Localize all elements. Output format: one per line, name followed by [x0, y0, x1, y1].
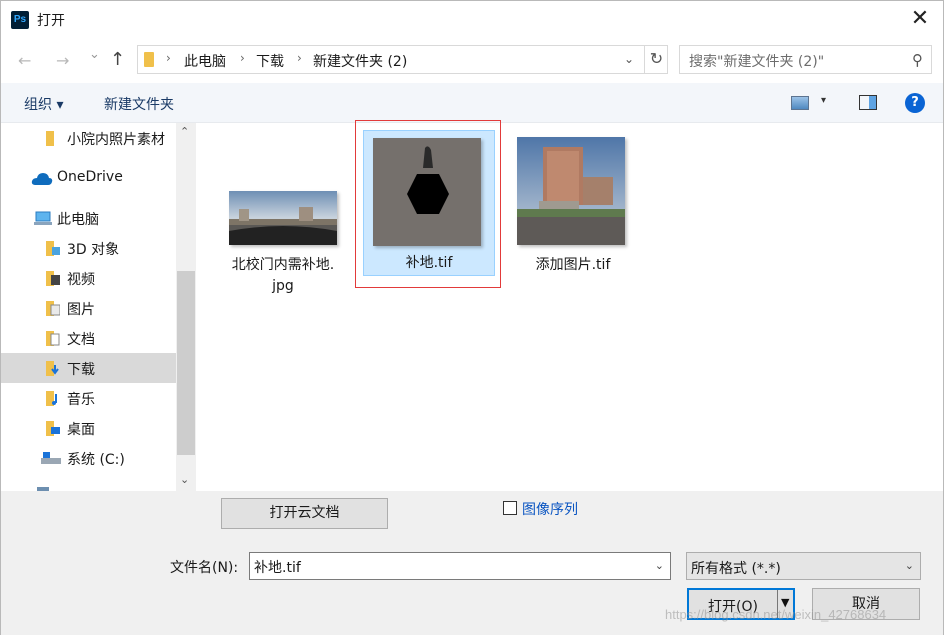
- sidebar-item-documents[interactable]: 文档: [1, 323, 176, 353]
- photoshop-app-icon: Ps: [11, 11, 29, 29]
- file-name-line-1: 北校门内需补地.: [231, 257, 335, 273]
- sidebar-item-music[interactable]: 音乐: [1, 383, 176, 413]
- close-button[interactable]: ✕: [907, 7, 933, 33]
- video-icon: [46, 271, 60, 286]
- open-cloud-document-button[interactable]: 打开云文档: [221, 498, 388, 529]
- file-type-select[interactable]: 所有格式 (*.*) ⌄: [686, 552, 921, 580]
- filename-value: 补地.tif: [254, 560, 301, 576]
- sidebar-item-label: 视频: [67, 272, 95, 288]
- sidebar-item-this-pc[interactable]: 此电脑: [1, 203, 176, 233]
- help-icon[interactable]: ?: [905, 93, 925, 113]
- sidebar-item-downloads[interactable]: 下载: [1, 353, 176, 383]
- breadcrumb-separator-icon[interactable]: ›: [240, 51, 245, 65]
- folder-icon: [144, 52, 154, 67]
- breadcrumb-downloads[interactable]: 下载: [256, 51, 284, 71]
- new-folder-button[interactable]: 新建文件夹: [104, 94, 174, 114]
- change-view-icon[interactable]: [791, 96, 809, 110]
- file-name-line-2: jpg: [272, 278, 294, 294]
- address-dropdown-chevron-icon[interactable]: ⌄: [624, 52, 634, 66]
- filename-history-chevron-icon[interactable]: ⌄: [655, 559, 664, 572]
- sidebar-scrollbar[interactable]: ⌃ ⌄: [176, 123, 196, 491]
- scroll-up-icon[interactable]: ⌃: [180, 125, 189, 138]
- view-options-chevron-down-icon[interactable]: ▾: [821, 95, 826, 106]
- sidebar-item-label: 系统 (C:): [67, 452, 125, 468]
- drive-icon: [41, 452, 61, 464]
- pictures-icon: [46, 301, 60, 316]
- back-arrow-icon[interactable]: ←: [18, 51, 31, 70]
- scroll-thumb[interactable]: [177, 271, 195, 455]
- sidebar-item-3d-objects[interactable]: 3D 对象: [1, 233, 176, 263]
- image-sequence-label[interactable]: 图像序列: [522, 499, 578, 519]
- breadcrumb-separator-icon[interactable]: ›: [297, 51, 302, 65]
- file-name: 北校门内需补地. jpg: [213, 255, 353, 297]
- recent-locations-chevron-down-icon[interactable]: ⌄: [89, 47, 100, 62]
- search-input[interactable]: 搜索"新建文件夹 (2)" ⚲: [679, 45, 932, 74]
- navigation-bar: ← → ⌄ ↑ › 此电脑 › 下载 › 新建文件夹 (2) ⌄ ↻ 搜索"新建…: [1, 39, 943, 83]
- breadcrumb-new-folder-2[interactable]: 新建文件夹 (2): [313, 51, 407, 71]
- search-placeholder: 搜索"新建文件夹 (2)": [689, 54, 825, 70]
- file-name: 添加图片.tif: [535, 257, 611, 273]
- sidebar-item-label: 文档: [67, 332, 95, 348]
- file-type-value: 所有格式 (*.*): [691, 561, 781, 577]
- computer-icon: [34, 211, 52, 225]
- sidebar-item-label: 音乐: [67, 392, 95, 408]
- sidebar-item-label: 桌面: [67, 422, 95, 438]
- dialog-title: 打开: [37, 13, 65, 29]
- open-file-dialog: Ps 打开 ✕ ← → ⌄ ↑ › 此电脑 › 下载 › 新建文件夹 (2) ⌄…: [0, 0, 944, 635]
- filename-field[interactable]: 补地.tif ⌄: [249, 552, 671, 580]
- sidebar-item-label: 3D 对象: [67, 242, 120, 258]
- forward-arrow-icon[interactable]: →: [56, 51, 69, 70]
- up-arrow-icon[interactable]: ↑: [110, 49, 125, 70]
- refresh-icon[interactable]: ↻: [644, 45, 668, 74]
- download-icon: [46, 361, 59, 376]
- organize-menu-button[interactable]: 组织 ▾: [24, 94, 63, 114]
- music-icon: [46, 391, 57, 406]
- sidebar-item-label: OneDrive: [57, 169, 123, 185]
- building-thumbnail: [517, 137, 625, 245]
- search-icon[interactable]: ⚲: [912, 51, 923, 69]
- sidebar-item-onedrive[interactable]: OneDrive: [1, 163, 176, 193]
- breadcrumb-separator-icon[interactable]: ›: [166, 51, 171, 65]
- sidebar-item-network-partial[interactable]: [1, 481, 176, 491]
- desktop-icon: [46, 421, 60, 436]
- panorama-thumbnail: [229, 191, 337, 245]
- address-bar[interactable]: › 此电脑 › 下载 › 新建文件夹 (2) ⌄ ↻: [137, 45, 668, 74]
- sidebar-item-photo-materials[interactable]: 小院内照片素材: [1, 123, 176, 153]
- file-item[interactable]: 北校门内需补地. jpg: [213, 123, 353, 303]
- documents-icon: [46, 331, 60, 346]
- folder-icon: [46, 131, 54, 146]
- watermark-text: https://blog.csdn.net/weixin_42768634: [665, 607, 887, 622]
- sidebar-item-label: 小院内照片素材: [67, 132, 165, 148]
- highlight-annotation-box: [355, 120, 501, 288]
- 3d-objects-icon: [46, 241, 60, 256]
- title-bar: Ps 打开 ✕: [1, 1, 943, 39]
- file-list-area: 北校门内需补地. jpg 补地.tif 添加图片.tif: [197, 120, 943, 491]
- image-sequence-checkbox[interactable]: [503, 501, 517, 515]
- sidebar-item-desktop[interactable]: 桌面: [1, 413, 176, 443]
- navigation-pane: 小院内照片素材 OneDrive 此电脑 3D 对象 视频 图片 文档 下载 音…: [1, 123, 197, 491]
- cloud-icon: [31, 173, 53, 185]
- preview-pane-icon[interactable]: [859, 95, 877, 110]
- breadcrumb-this-pc[interactable]: 此电脑: [184, 51, 226, 71]
- sidebar-item-pictures[interactable]: 图片: [1, 293, 176, 323]
- scroll-down-icon[interactable]: ⌄: [180, 473, 189, 486]
- sidebar-item-videos[interactable]: 视频: [1, 263, 176, 293]
- filename-label: 文件名(N):: [170, 560, 239, 576]
- command-bar: 组织 ▾ 新建文件夹 ▾ ?: [1, 83, 943, 123]
- sidebar-item-system-drive[interactable]: 系统 (C:): [1, 443, 176, 473]
- sidebar-item-label: 图片: [67, 302, 95, 318]
- bottom-panel: 打开云文档 图像序列 文件名(N): 补地.tif ⌄ 所有格式 (*.*) ⌄…: [1, 491, 943, 635]
- sidebar-item-label: 下载: [67, 362, 95, 378]
- file-item[interactable]: 添加图片.tif: [503, 123, 643, 303]
- sidebar-item-label: 此电脑: [57, 212, 99, 228]
- file-type-chevron-down-icon[interactable]: ⌄: [905, 559, 914, 572]
